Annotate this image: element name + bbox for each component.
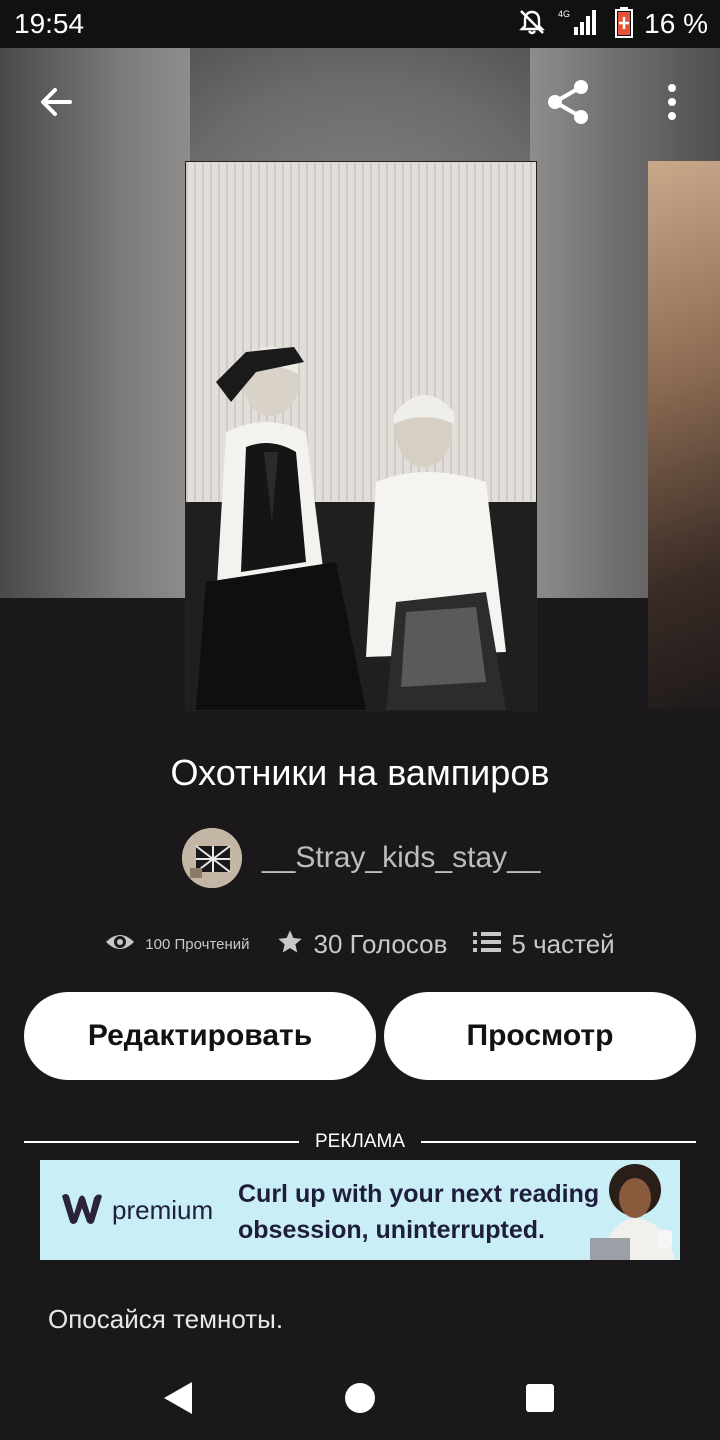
square-recents-icon: [525, 1383, 555, 1418]
more-vert-icon: [664, 82, 680, 127]
story-description: Опосайся темноты.: [48, 1304, 284, 1334]
eye-icon: [105, 931, 135, 958]
ad-banner[interactable]: premium Curl up with your next reading o…: [40, 1160, 680, 1260]
network-type-label: 4G: [558, 9, 570, 19]
parts-stat: 5 частей: [473, 928, 615, 960]
arrow-left-icon: [36, 82, 76, 127]
ad-copy: Curl up with your next reading obsession…: [238, 1176, 618, 1248]
ad-copy-line-2: obsession, uninterrupted.: [238, 1216, 545, 1244]
mute-icon: [518, 8, 546, 41]
status-bar: 19:54 4G 16 %: [0, 0, 720, 48]
next-story-cover-image[interactable]: [648, 161, 720, 709]
parts-count: 5 частей: [511, 928, 615, 959]
votes-stat: 30 Голосов: [276, 928, 448, 961]
nav-recents-button[interactable]: [510, 1370, 570, 1430]
wattpad-logo-icon: [60, 1190, 104, 1231]
star-icon: [276, 928, 304, 961]
ad-divider: РЕКЛАМА: [24, 1128, 696, 1156]
votes-count: 30 Голосов: [313, 928, 448, 959]
reads-count: 100 Прочтений: [145, 935, 250, 953]
nav-home-button[interactable]: [330, 1370, 390, 1430]
ad-person-image: [580, 1160, 680, 1260]
story-cover-image[interactable]: [185, 161, 537, 711]
back-button[interactable]: [26, 74, 86, 134]
battery-low-icon: [614, 6, 634, 43]
story-stats: 100 Прочтений 30 Голосов 5 частей: [0, 920, 720, 968]
edit-button[interactable]: Редактировать: [24, 992, 376, 1080]
signal-icon: 4G: [556, 7, 604, 42]
divider-line-right: [421, 1141, 696, 1143]
circle-home-icon: [344, 1382, 376, 1419]
more-options-button[interactable]: [642, 74, 702, 134]
list-icon: [473, 930, 502, 959]
battery-percent: 16 %: [644, 8, 708, 39]
share-icon: [543, 77, 593, 132]
avatar: [182, 828, 242, 888]
system-nav-bar: [0, 1350, 720, 1440]
triangle-back-icon: [162, 1380, 194, 1421]
story-title: Охотники на вампиров: [170, 752, 550, 793]
ad-brand-text: premium: [112, 1195, 214, 1225]
divider-line-left: [24, 1141, 299, 1143]
ad-copy-line-1: Curl up with your next reading: [238, 1180, 600, 1208]
reads-stat: 100 Прочтений: [105, 931, 250, 958]
nav-back-button[interactable]: [148, 1370, 208, 1430]
author-name: __Stray_kids_stay__: [262, 841, 541, 874]
share-button[interactable]: [538, 74, 598, 134]
status-time: 19:54: [14, 8, 85, 39]
ad-brand: premium: [60, 1190, 213, 1231]
status-icons: 4G 16 %: [518, 6, 708, 42]
ad-label: РЕКЛАМА: [314, 1131, 406, 1152]
author-link[interactable]: __Stray_kids_stay__: [182, 828, 541, 888]
preview-button[interactable]: Просмотр: [384, 992, 696, 1080]
